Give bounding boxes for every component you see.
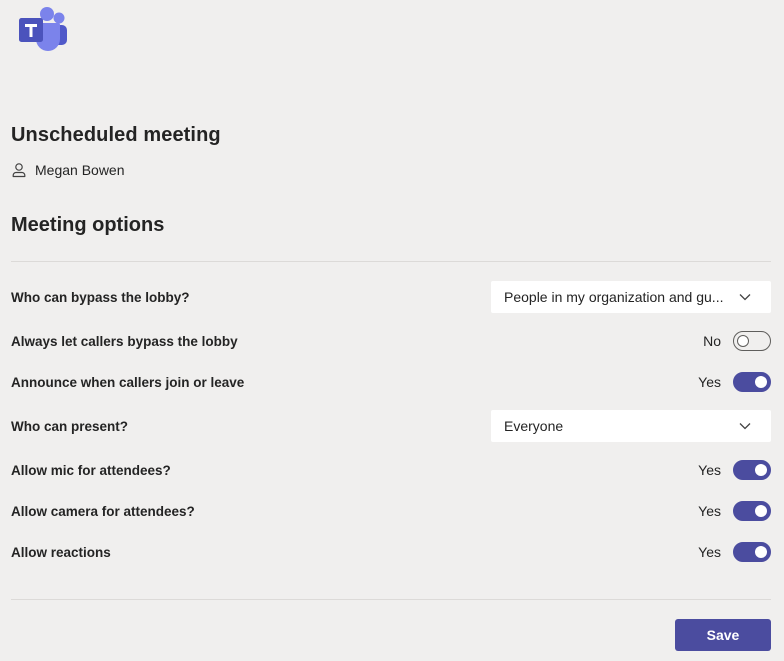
toggle-group: Yes — [698, 501, 771, 521]
allow-mic-toggle[interactable] — [733, 460, 771, 480]
chevron-down-icon — [739, 423, 751, 430]
toggle-state-text: Yes — [698, 374, 721, 390]
save-button[interactable]: Save — [675, 619, 771, 651]
option-row-who-present: Who can present? Everyone — [11, 410, 771, 442]
toggle-knob — [737, 335, 749, 347]
option-label: Allow camera for attendees? — [11, 503, 195, 519]
option-row-bypass-lobby: Who can bypass the lobby? People in my o… — [11, 281, 771, 313]
toggle-state-text: No — [703, 333, 721, 349]
divider — [11, 261, 771, 262]
organizer: Megan Bowen — [11, 162, 125, 178]
option-label: Announce when callers join or leave — [11, 374, 245, 390]
toggle-state-text: Yes — [698, 462, 721, 478]
option-label: Allow mic for attendees? — [11, 462, 171, 478]
teams-logo-icon — [19, 7, 67, 51]
option-row-allow-reactions: Allow reactions Yes — [11, 542, 771, 562]
organizer-name: Megan Bowen — [35, 162, 125, 178]
meeting-options-page: Unscheduled meeting Megan Bowen Meeting … — [0, 0, 784, 661]
toggle-group: Yes — [698, 372, 771, 392]
toggle-knob — [755, 464, 767, 476]
allow-camera-toggle[interactable] — [733, 501, 771, 521]
option-label: Always let callers bypass the lobby — [11, 333, 238, 349]
toggle-knob — [755, 505, 767, 517]
toggle-group: Yes — [698, 460, 771, 480]
chevron-down-icon — [739, 294, 751, 301]
option-row-allow-camera: Allow camera for attendees? Yes — [11, 501, 771, 521]
dropdown-value: Everyone — [504, 418, 564, 434]
option-row-announce-callers: Announce when callers join or leave Yes — [11, 372, 771, 392]
toggle-group: No — [703, 331, 771, 351]
callers-bypass-toggle[interactable] — [733, 331, 771, 351]
option-label: Who can present? — [11, 418, 129, 434]
divider — [11, 599, 771, 600]
option-label: Allow reactions — [11, 544, 111, 560]
option-label: Who can bypass the lobby? — [11, 289, 190, 305]
allow-reactions-toggle[interactable] — [733, 542, 771, 562]
option-row-allow-mic: Allow mic for attendees? Yes — [11, 460, 771, 480]
toggle-group: Yes — [698, 542, 771, 562]
meeting-title: Unscheduled meeting — [11, 124, 221, 146]
option-row-callers-bypass: Always let callers bypass the lobby No — [11, 331, 771, 351]
dropdown-value: People in my organization and gu... — [504, 289, 724, 305]
bypass-lobby-dropdown[interactable]: People in my organization and gu... — [491, 281, 771, 313]
who-present-dropdown[interactable]: Everyone — [491, 410, 771, 442]
person-icon — [12, 163, 26, 178]
toggle-state-text: Yes — [698, 503, 721, 519]
options-heading: Meeting options — [11, 214, 165, 236]
announce-callers-toggle[interactable] — [733, 372, 771, 392]
toggle-knob — [755, 546, 767, 558]
toggle-state-text: Yes — [698, 544, 721, 560]
toggle-knob — [755, 376, 767, 388]
